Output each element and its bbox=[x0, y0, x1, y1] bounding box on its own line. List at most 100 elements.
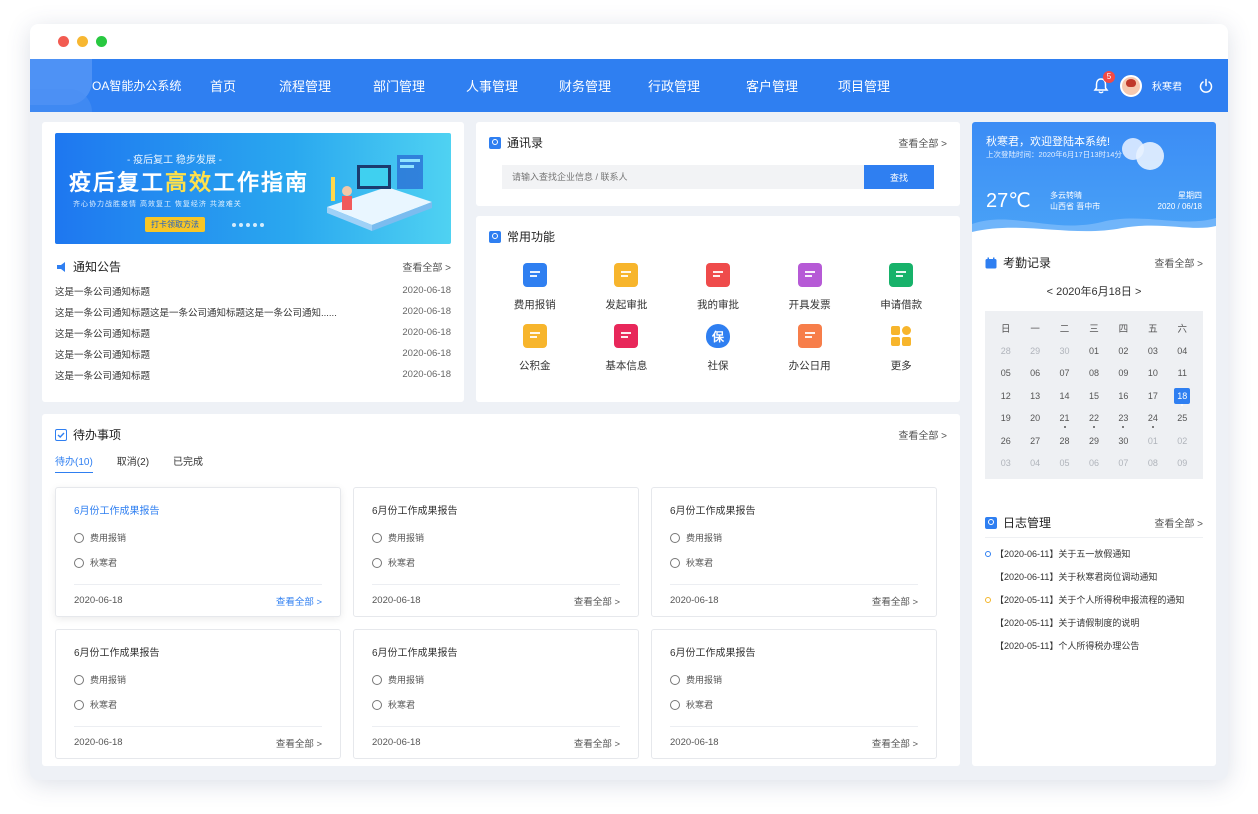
calendar-day[interactable]: 29 bbox=[1079, 436, 1108, 446]
maximize-window-dot[interactable] bbox=[96, 36, 107, 47]
notice-row[interactable]: 这是一条公司通知标题 2020-06-18 bbox=[55, 322, 451, 343]
nav-item[interactable]: 项目管理 bbox=[838, 76, 890, 95]
function-item[interactable]: 发起审批 bbox=[581, 263, 673, 312]
function-item[interactable]: 开具发票 bbox=[764, 263, 856, 312]
calendar-day[interactable]: 25 bbox=[1168, 413, 1197, 423]
todo-more-link[interactable]: 查看全部 > bbox=[898, 427, 947, 442]
calendar-day[interactable]: 10 bbox=[1138, 368, 1167, 378]
calendar-day[interactable]: 02 bbox=[1109, 346, 1138, 356]
calendar-day[interactable]: 09 bbox=[1109, 368, 1138, 378]
nav-item[interactable]: 客户管理 bbox=[746, 76, 798, 95]
calendar-day[interactable]: 04 bbox=[1020, 458, 1049, 468]
todo-item[interactable]: 6月份工作成果报告 费用报销 秋寒君 2020-06-18 查看全部 > bbox=[651, 487, 937, 617]
calendar-day[interactable]: 05 bbox=[1050, 458, 1079, 468]
search-input[interactable] bbox=[502, 165, 864, 189]
log-item[interactable]: 【2020-05-11】关于请假制度的说明 bbox=[985, 611, 1203, 634]
todo-tab[interactable]: 待办(10) bbox=[55, 453, 93, 473]
nav-item[interactable]: 部门管理 bbox=[373, 76, 425, 95]
todo-item[interactable]: 6月份工作成果报告 费用报销 秋寒君 2020-06-18 查看全部 > bbox=[55, 629, 341, 759]
banner-pagination[interactable] bbox=[232, 223, 264, 227]
nav-item[interactable]: 人事管理 bbox=[466, 76, 518, 95]
notification-bell-icon[interactable]: 5 bbox=[1092, 70, 1115, 95]
todo-view-link[interactable]: 查看全部 > bbox=[574, 736, 620, 750]
calendar-day[interactable]: 01 bbox=[1138, 436, 1167, 446]
nav-item[interactable]: 流程管理 bbox=[279, 76, 331, 95]
function-item[interactable]: 费用报销 bbox=[489, 263, 581, 312]
function-item[interactable]: 保社保 bbox=[672, 324, 764, 373]
calendar-day[interactable]: 29 bbox=[1020, 346, 1049, 356]
log-item[interactable]: 【2020-06-11】关于秋寒君岗位调动通知 bbox=[985, 565, 1203, 588]
notice-row[interactable]: 这是一条公司通知标题这是一条公司通知标题这是一条公司通知...... 2020-0… bbox=[55, 301, 451, 322]
calendar-day[interactable]: 03 bbox=[991, 458, 1020, 468]
function-item[interactable]: 基本信息 bbox=[581, 324, 673, 373]
calendar-day[interactable]: 06 bbox=[1079, 458, 1108, 468]
calendar-day[interactable]: 03 bbox=[1138, 346, 1167, 356]
calendar-day[interactable]: 22 bbox=[1079, 413, 1108, 429]
calendar-day[interactable]: 28 bbox=[1050, 436, 1079, 446]
calendar-day[interactable]: 01 bbox=[1079, 346, 1108, 356]
search-button[interactable]: 查找 bbox=[864, 165, 934, 189]
calendar-day[interactable]: 13 bbox=[1020, 391, 1049, 401]
calendar-day[interactable]: 24 bbox=[1138, 413, 1167, 429]
attendance-more-link[interactable]: 查看全部 > bbox=[1154, 255, 1203, 270]
nav-item[interactable]: 首页 bbox=[210, 76, 236, 95]
calendar-day[interactable]: 08 bbox=[1079, 368, 1108, 378]
calendar-day[interactable]: 14 bbox=[1050, 391, 1079, 401]
todo-tab[interactable]: 已完成 bbox=[173, 453, 203, 473]
calendar-day[interactable]: 23 bbox=[1109, 413, 1138, 429]
log-item[interactable]: 【2020-05-11】个人所得税办理公告 bbox=[985, 634, 1203, 657]
calendar-day[interactable]: 27 bbox=[1020, 436, 1049, 446]
todo-tab[interactable]: 取消(2) bbox=[117, 453, 149, 473]
banner-button[interactable]: 打卡领取方法 bbox=[145, 217, 205, 232]
notice-row[interactable]: 这是一条公司通知标题 2020-06-18 bbox=[55, 343, 451, 364]
user-name[interactable]: 秋寒君 bbox=[1152, 78, 1182, 93]
calendar-day[interactable]: 09 bbox=[1168, 458, 1197, 468]
function-item[interactable]: 公积金 bbox=[489, 324, 581, 373]
minimize-window-dot[interactable] bbox=[77, 36, 88, 47]
calendar-day[interactable]: 26 bbox=[991, 436, 1020, 446]
calendar-day[interactable]: 05 bbox=[991, 368, 1020, 378]
todo-item[interactable]: 6月份工作成果报告 费用报销 秋寒君 2020-06-18 查看全部 > bbox=[353, 629, 639, 759]
notice-more-link[interactable]: 查看全部 > bbox=[402, 259, 451, 274]
calendar-day[interactable]: 07 bbox=[1050, 368, 1079, 378]
calendar-day[interactable]: 02 bbox=[1168, 436, 1197, 446]
calendar-day[interactable]: 21 bbox=[1050, 413, 1079, 429]
todo-view-link[interactable]: 查看全部 > bbox=[276, 736, 322, 750]
function-item[interactable]: 我的审批 bbox=[672, 263, 764, 312]
calendar-day[interactable]: 11 bbox=[1168, 368, 1197, 378]
calendar-day[interactable]: 04 bbox=[1168, 346, 1197, 356]
todo-item[interactable]: 6月份工作成果报告 费用报销 秋寒君 2020-06-18 查看全部 > bbox=[55, 487, 341, 617]
log-item[interactable]: 【2020-05-11】关于个人所得税申报流程的通知 bbox=[985, 588, 1203, 611]
log-more-link[interactable]: 查看全部 > bbox=[1154, 515, 1203, 530]
nav-item[interactable]: 行政管理 bbox=[648, 76, 700, 95]
calendar-day[interactable]: 18 bbox=[1168, 387, 1197, 406]
calendar-day[interactable]: 12 bbox=[991, 391, 1020, 401]
function-item[interactable]: 更多 bbox=[855, 324, 947, 373]
calendar-day[interactable]: 19 bbox=[991, 413, 1020, 423]
power-icon[interactable] bbox=[1198, 78, 1214, 94]
todo-view-link[interactable]: 查看全部 > bbox=[872, 594, 918, 608]
log-item[interactable]: 【2020-06-11】关于五一放假通知 bbox=[985, 542, 1203, 565]
function-item[interactable]: 申请借款 bbox=[855, 263, 947, 312]
notice-row[interactable]: 这是一条公司通知标题 2020-06-18 bbox=[55, 364, 451, 385]
calendar-day[interactable]: 20 bbox=[1020, 413, 1049, 423]
todo-view-link[interactable]: 查看全部 > bbox=[276, 594, 322, 608]
nav-item[interactable]: 财务管理 bbox=[559, 76, 611, 95]
function-item[interactable]: 办公日用 bbox=[764, 324, 856, 373]
contacts-more-link[interactable]: 查看全部 > bbox=[898, 135, 947, 150]
calendar-month-switcher[interactable]: < 2020年6月18日 > bbox=[985, 283, 1203, 299]
calendar-day[interactable]: 07 bbox=[1109, 458, 1138, 468]
todo-item[interactable]: 6月份工作成果报告 费用报销 秋寒君 2020-06-18 查看全部 > bbox=[353, 487, 639, 617]
calendar-day[interactable]: 08 bbox=[1138, 458, 1167, 468]
calendar-day[interactable]: 16 bbox=[1109, 391, 1138, 401]
todo-item[interactable]: 6月份工作成果报告 费用报销 秋寒君 2020-06-18 查看全部 > bbox=[651, 629, 937, 759]
todo-view-link[interactable]: 查看全部 > bbox=[872, 736, 918, 750]
calendar-day[interactable]: 06 bbox=[1020, 368, 1049, 378]
promo-banner[interactable]: - 疫后复工 稳步发展 - 疫后复工高效工作指南 齐心协力战胜疫情 高效复工 恢… bbox=[55, 133, 451, 244]
calendar-day[interactable]: 30 bbox=[1050, 346, 1079, 356]
calendar-day[interactable]: 17 bbox=[1138, 391, 1167, 401]
user-avatar[interactable] bbox=[1120, 74, 1142, 97]
close-window-dot[interactable] bbox=[58, 36, 69, 47]
todo-view-link[interactable]: 查看全部 > bbox=[574, 594, 620, 608]
calendar-day[interactable]: 30 bbox=[1109, 436, 1138, 446]
